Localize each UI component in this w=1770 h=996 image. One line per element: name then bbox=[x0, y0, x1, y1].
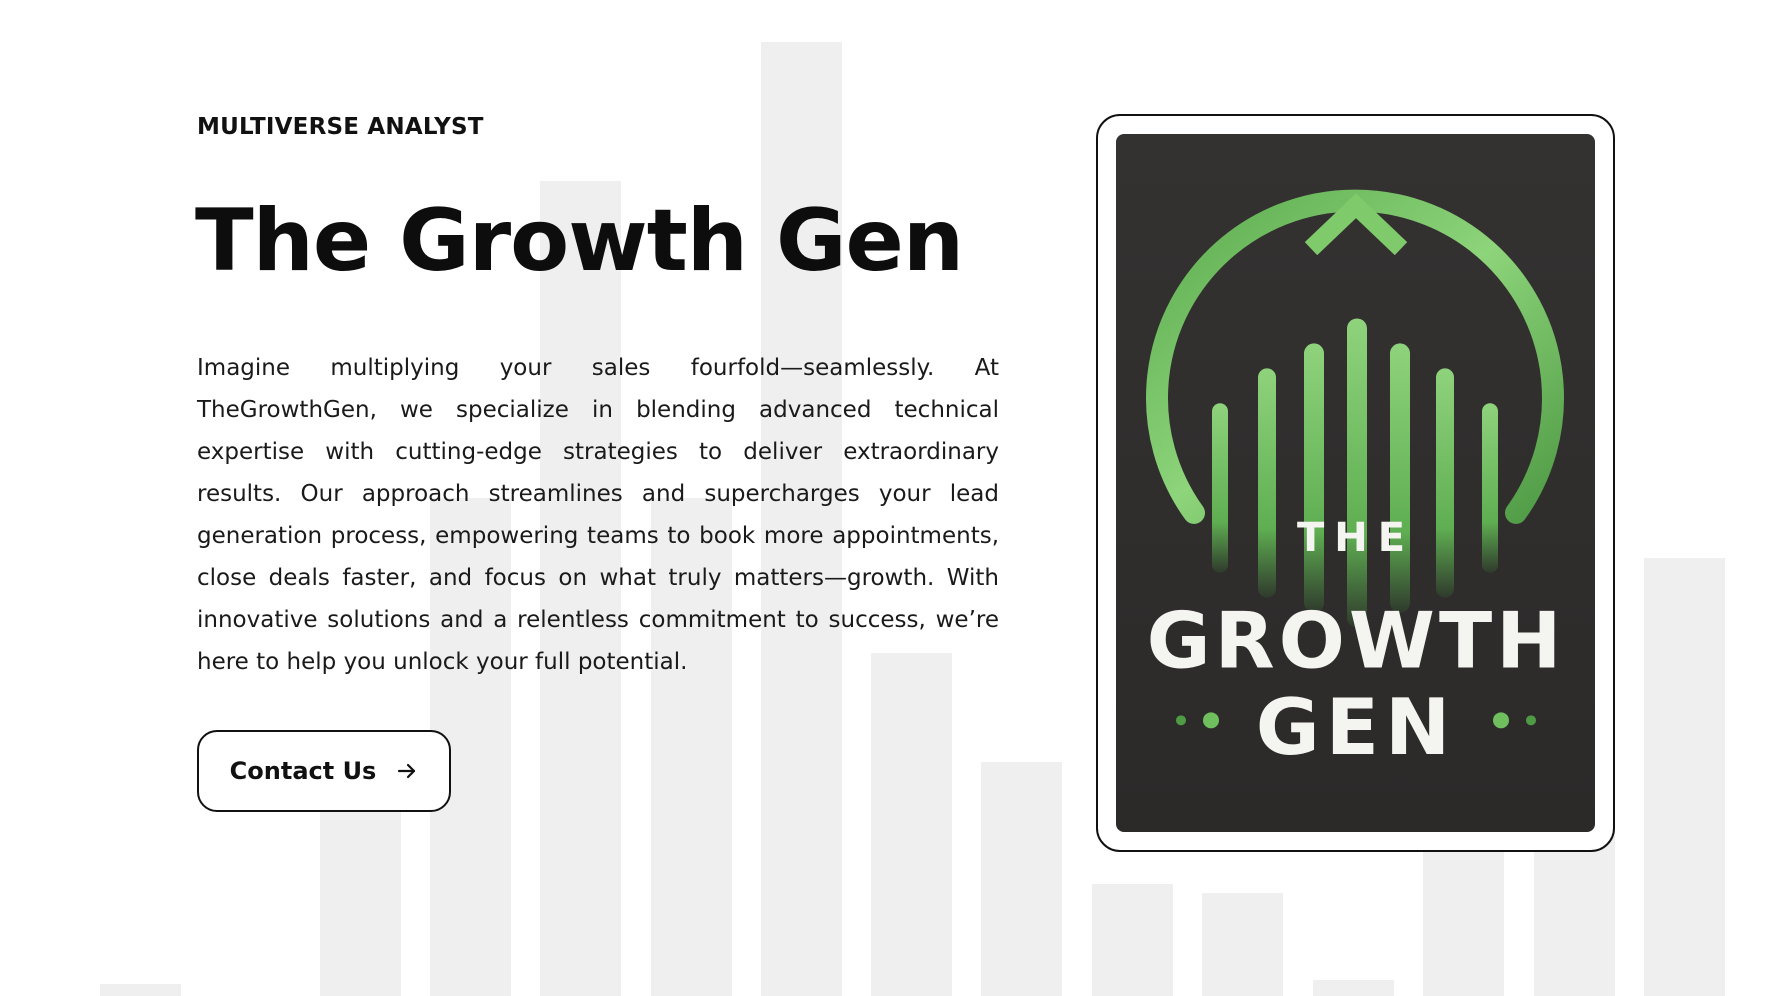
growth-gen-logo-icon: THE GROWTH GEN bbox=[1116, 134, 1595, 832]
background-bar bbox=[1423, 830, 1504, 996]
eyebrow-label: MULTIVERSE ANALYST bbox=[197, 114, 484, 140]
background-bar bbox=[981, 762, 1062, 996]
logo-card: THE GROWTH GEN bbox=[1096, 114, 1615, 852]
background-bar bbox=[100, 984, 181, 996]
background-bar bbox=[1202, 893, 1283, 996]
background-bar bbox=[1092, 884, 1173, 996]
page-title: The Growth Gen bbox=[195, 191, 964, 291]
hero-description: Imagine multiplying your sales fourfold—… bbox=[197, 355, 999, 675]
background-bar bbox=[1644, 558, 1725, 996]
logo-text-gen: GEN bbox=[1256, 683, 1457, 773]
logo-text-growth: GROWTH bbox=[1147, 597, 1566, 687]
growth-gen-logo-image: THE GROWTH GEN bbox=[1116, 134, 1595, 832]
arrow-right-icon bbox=[396, 760, 418, 782]
background-bar bbox=[320, 782, 401, 996]
background-bar bbox=[1313, 980, 1394, 996]
contact-us-button[interactable]: Contact Us bbox=[197, 730, 451, 812]
logo-text-the: THE bbox=[1297, 515, 1415, 561]
contact-us-label: Contact Us bbox=[229, 757, 377, 785]
background-bar bbox=[871, 653, 952, 996]
